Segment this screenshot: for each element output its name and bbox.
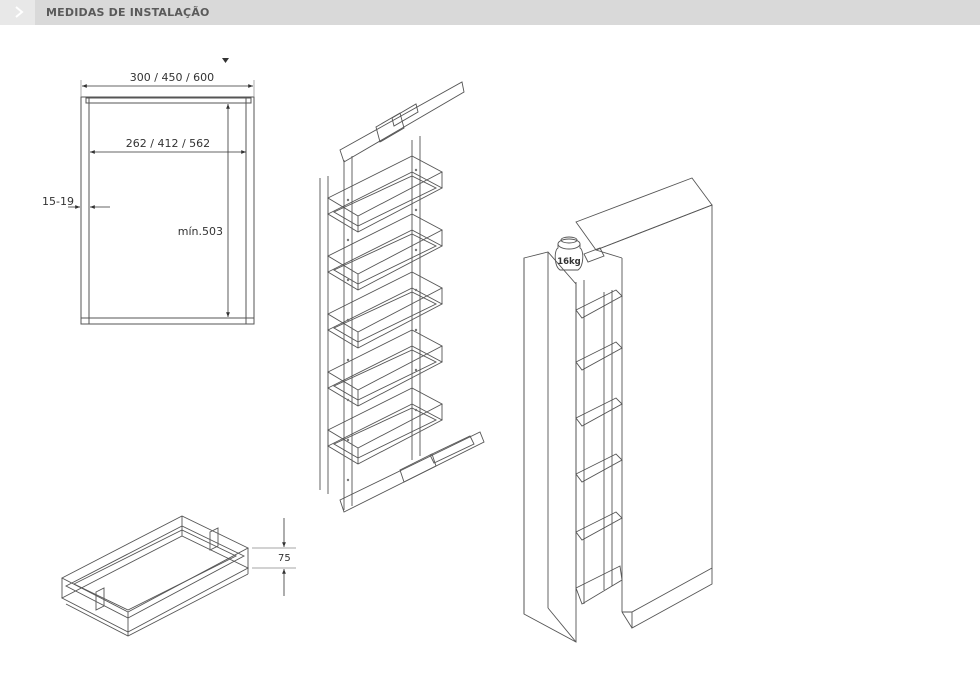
installation-drawing: 300 / 450 / 600 262 / 412 / 562 15-19 mí… [42,58,713,643]
indicator-arrow-icon [222,58,229,63]
dim-outer-width: 300 / 450 / 600 [130,71,214,84]
dim-min-height: mín.503 [178,225,223,238]
single-basket-illustration [61,515,296,637]
basket-5 [327,387,443,465]
load-weight-label: 16kg [557,257,581,267]
tall-cabinet-illustration [523,177,713,643]
dim-panel-thickness: 15-19 [42,195,74,208]
dim-basket-height: 75 [278,553,291,564]
dim-inner-width: 262 / 412 / 562 [126,137,210,150]
pullout-frame-illustration [319,81,485,513]
